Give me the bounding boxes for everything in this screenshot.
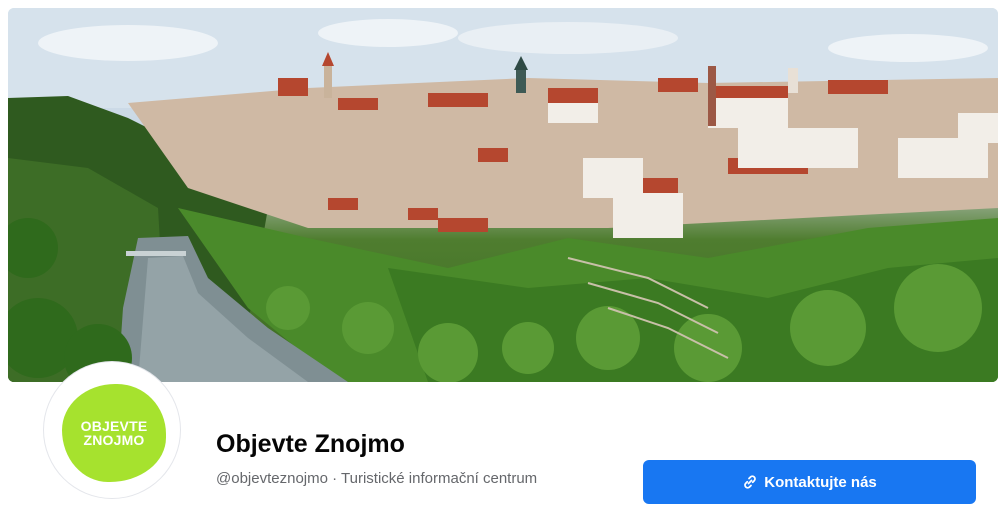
separator-dot: ·	[327, 470, 342, 487]
logo-text: OBJEVTE ZNOJMO	[80, 418, 148, 448]
cover-photo[interactable]	[8, 8, 998, 382]
page-category[interactable]: Turistické informační centrum	[341, 470, 537, 487]
cover-photo-landscape	[8, 8, 998, 382]
contact-button[interactable]: Kontaktujte nás	[643, 460, 976, 504]
profile-logo: OBJEVTE ZNOJMO	[62, 384, 166, 482]
page-title: Objevte Znojmo	[216, 430, 405, 458]
page-handle: @objevteznojmo	[216, 470, 328, 487]
contact-button-label: Kontaktujte nás	[764, 473, 877, 491]
link-icon	[742, 474, 758, 490]
page-subtitle: @objevteznojmo · Turistické informační c…	[216, 470, 537, 487]
